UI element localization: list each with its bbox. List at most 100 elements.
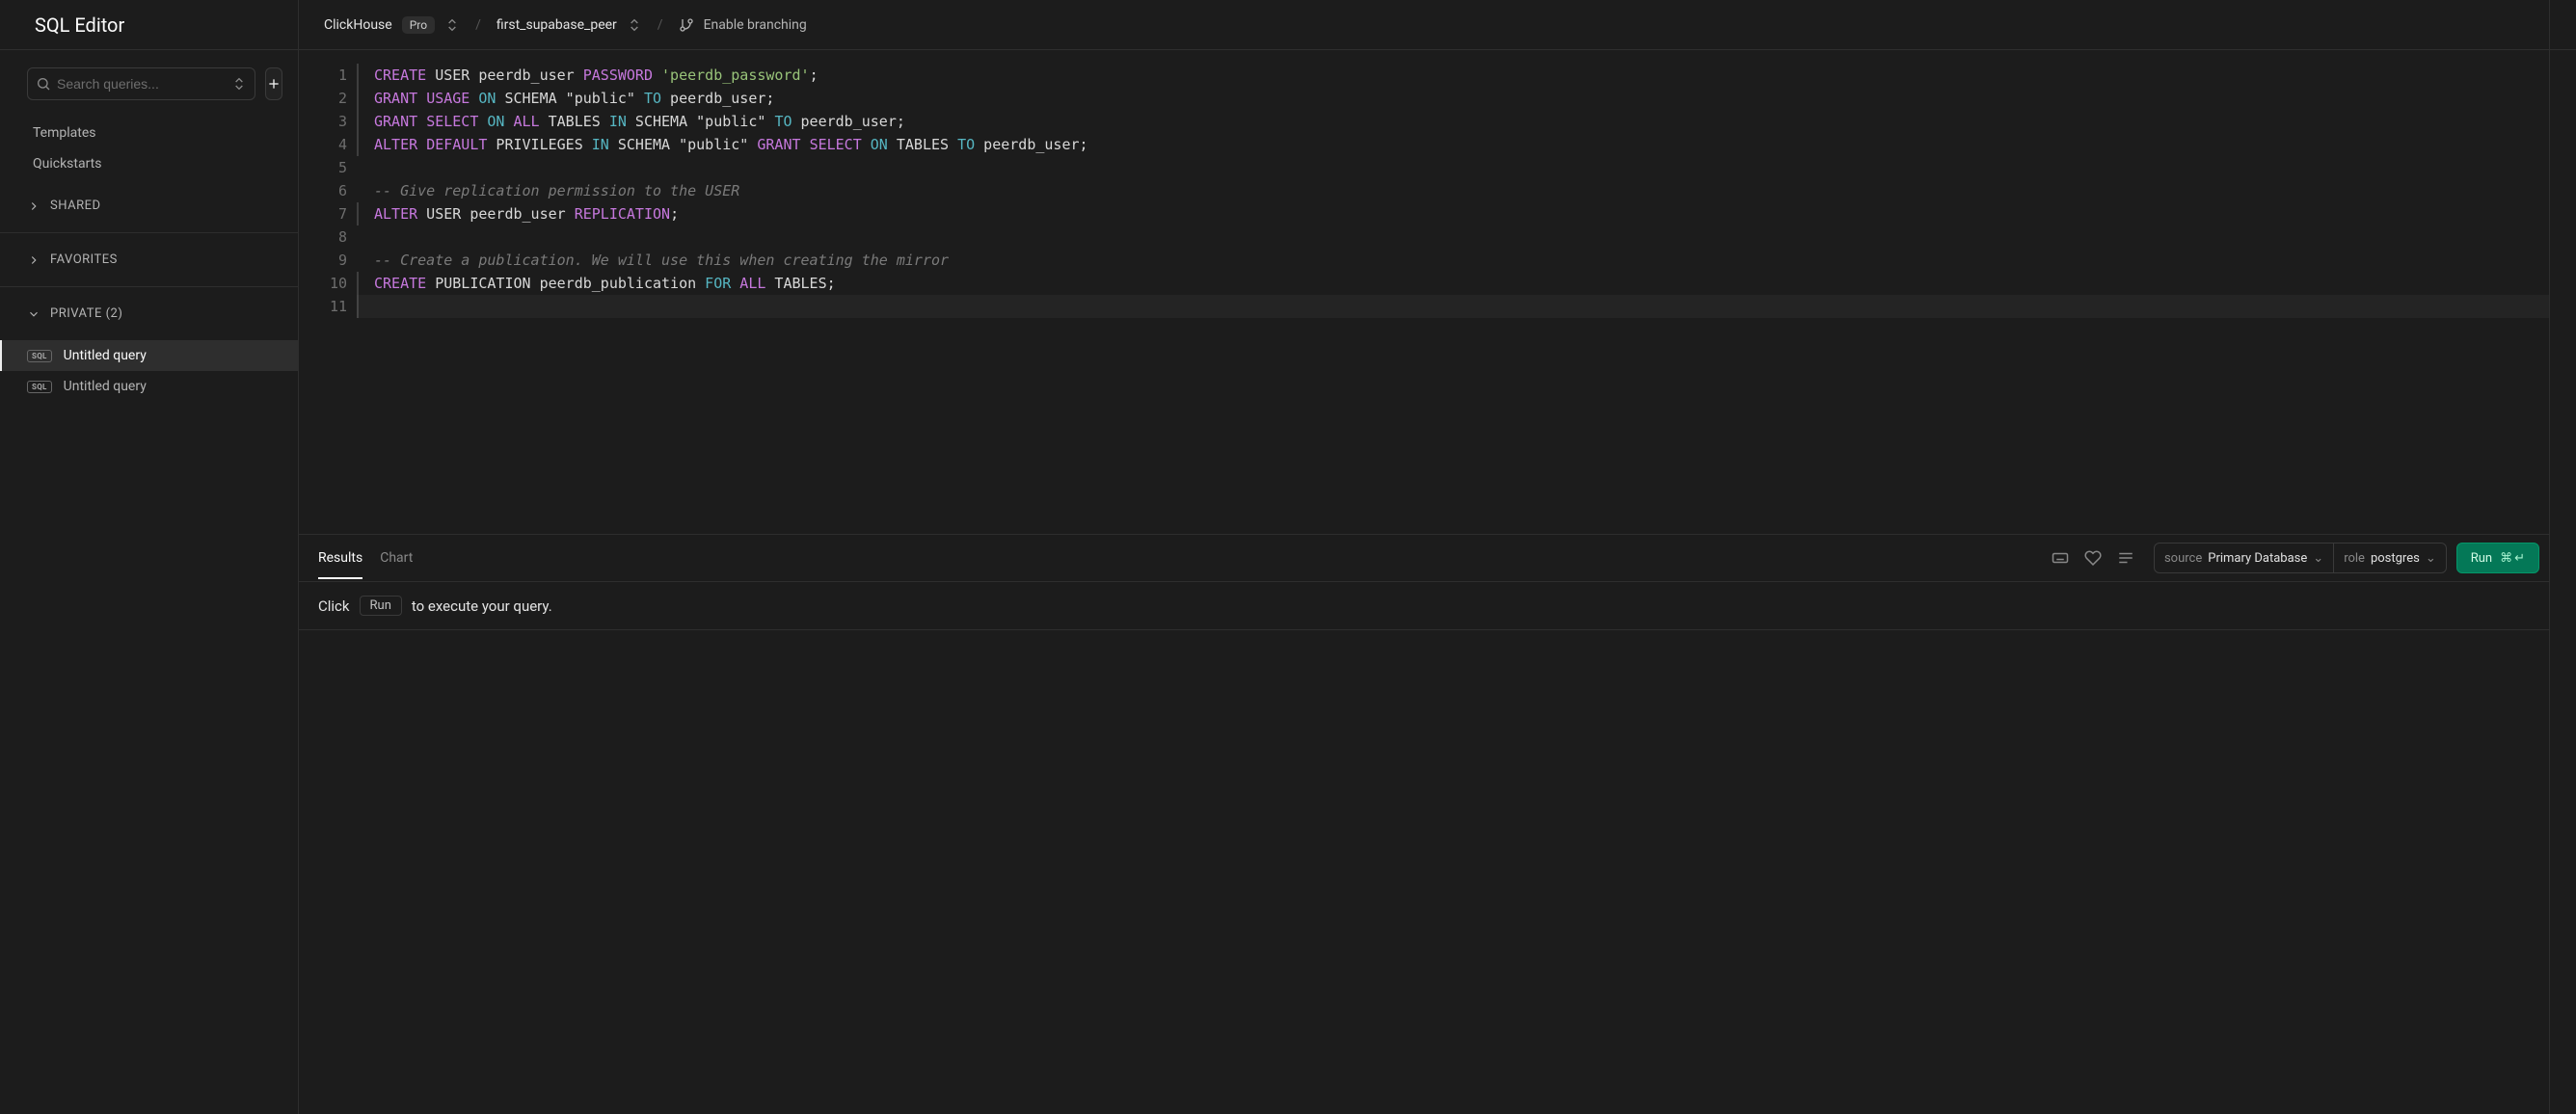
chevron-up-down-icon[interactable] xyxy=(627,17,642,33)
heart-icon xyxy=(2084,549,2102,567)
code-token: SCHEMA "public" xyxy=(627,113,775,130)
code-token: ALL xyxy=(514,113,540,130)
code-token: ; xyxy=(670,205,679,223)
query-item-label: Untitled query xyxy=(64,379,147,394)
query-item-label: Untitled query xyxy=(64,348,147,363)
code-line[interactable] xyxy=(357,295,2549,318)
editor-area: 1234567891011 CREATE USER peerdb_user PA… xyxy=(299,50,2549,534)
chevron-down-icon: ⌄ xyxy=(2426,551,2436,566)
code-line[interactable]: CREATE USER peerdb_user PASSWORD 'peerdb… xyxy=(357,64,2549,87)
line-number: 6 xyxy=(299,179,347,202)
wrap-icon-button[interactable] xyxy=(2109,542,2142,574)
enable-branching-button[interactable]: Enable branching xyxy=(679,17,807,33)
code-token: ALL xyxy=(739,275,765,292)
code-line[interactable]: CREATE PUBLICATION peerdb_publication FO… xyxy=(357,272,2549,295)
code-token xyxy=(653,66,661,84)
code-token xyxy=(731,275,739,292)
plus-icon xyxy=(266,76,282,92)
enable-branching-label: Enable branching xyxy=(704,17,807,33)
code-token: ON xyxy=(478,90,496,107)
breadcrumb-org[interactable]: ClickHouse xyxy=(324,17,392,33)
section-favorites[interactable]: FAVORITES xyxy=(0,233,298,287)
code-line[interactable]: ALTER USER peerdb_user REPLICATION; xyxy=(357,202,2549,225)
source-selector-label: source xyxy=(2164,551,2202,566)
code-token: 'peerdb_password' xyxy=(661,66,810,84)
line-number: 3 xyxy=(299,110,347,133)
code-token: ; xyxy=(810,66,818,84)
code-token: IN xyxy=(592,136,609,153)
code-editor[interactable]: CREATE USER peerdb_user PASSWORD 'peerdb… xyxy=(357,50,2549,534)
code-line[interactable]: -- Give replication permission to the US… xyxy=(357,179,2549,202)
code-token: USAGE xyxy=(426,90,470,107)
query-item[interactable]: SQL Untitled query xyxy=(0,371,298,402)
line-number: 8 xyxy=(299,225,347,249)
code-token: -- Create a publication. We will use thi… xyxy=(374,252,949,269)
line-number: 2 xyxy=(299,87,347,110)
chevron-down-icon: ⌄ xyxy=(2313,551,2323,566)
breadcrumb-separator: / xyxy=(652,17,669,33)
results-tabs: Results Chart xyxy=(309,537,413,579)
keyboard-icon-button[interactable] xyxy=(2044,542,2077,574)
search-input[interactable] xyxy=(51,76,231,92)
role-selector[interactable]: role postgres ⌄ xyxy=(2334,543,2447,573)
code-token: GRANT xyxy=(374,113,417,130)
new-query-button[interactable] xyxy=(265,67,282,100)
code-token: SCHEMA "public" xyxy=(496,90,644,107)
source-selector[interactable]: source Primary Database ⌄ xyxy=(2154,543,2334,573)
code-line[interactable] xyxy=(357,225,2549,249)
sidebar: SQL Editor Templates Quickstarts SHARED … xyxy=(0,0,299,1114)
right-rail xyxy=(2549,0,2576,1114)
section-shared-label: SHARED xyxy=(50,199,101,213)
run-button[interactable]: Run ⌘ ↵ xyxy=(2456,543,2539,573)
chevron-up-down-icon xyxy=(231,76,247,92)
nav-quickstarts[interactable]: Quickstarts xyxy=(0,148,298,179)
code-token: SCHEMA "public" xyxy=(609,136,758,153)
sql-badge-icon: SQL xyxy=(27,381,52,393)
chevron-right-icon xyxy=(27,199,40,213)
plan-badge: Pro xyxy=(402,16,435,34)
section-private-label: PRIVATE (2) xyxy=(50,306,122,321)
code-token: ON xyxy=(487,113,504,130)
section-private[interactable]: PRIVATE (2) xyxy=(0,287,298,340)
role-selector-label: role xyxy=(2344,551,2365,566)
query-item[interactable]: SQL Untitled query xyxy=(0,340,298,371)
tab-chart[interactable]: Chart xyxy=(380,537,413,579)
tab-results[interactable]: Results xyxy=(318,537,362,579)
code-token: TO xyxy=(957,136,975,153)
code-token: ON xyxy=(871,136,888,153)
code-line[interactable]: ALTER DEFAULT PRIVILEGES IN SCHEMA "publ… xyxy=(357,133,2549,156)
code-token xyxy=(801,136,810,153)
code-token: -- Give replication permission to the US… xyxy=(374,182,739,199)
code-line[interactable]: GRANT USAGE ON SCHEMA "public" TO peerdb… xyxy=(357,87,2549,110)
results-empty-area xyxy=(299,630,2549,1114)
sql-badge-icon: SQL xyxy=(27,350,52,362)
code-token xyxy=(862,136,871,153)
line-number: 9 xyxy=(299,249,347,272)
code-token: CREATE xyxy=(374,275,426,292)
favorite-icon-button[interactable] xyxy=(2077,542,2109,574)
code-token: ALTER xyxy=(374,136,417,153)
chevron-up-down-icon[interactable] xyxy=(444,17,460,33)
nav-templates[interactable]: Templates xyxy=(0,118,298,148)
results-placeholder: Click Run to execute your query. xyxy=(299,582,2549,630)
code-token xyxy=(504,113,513,130)
code-line[interactable]: GRANT SELECT ON ALL TABLES IN SCHEMA "pu… xyxy=(357,110,2549,133)
breadcrumb: ClickHouse Pro / first_supabase_peer / E… xyxy=(324,16,807,34)
line-number-gutter: 1234567891011 xyxy=(299,50,357,534)
code-token: DEFAULT xyxy=(426,136,487,153)
code-token: PUBLICATION peerdb_publication xyxy=(426,275,705,292)
line-number: 11 xyxy=(299,295,347,318)
results-hint-key: Run xyxy=(360,596,402,616)
code-line[interactable]: -- Create a publication. We will use thi… xyxy=(357,249,2549,272)
search-box[interactable] xyxy=(27,67,255,100)
section-shared[interactable]: SHARED xyxy=(0,179,298,233)
keyboard-icon xyxy=(2052,549,2069,567)
breadcrumb-project[interactable]: first_supabase_peer xyxy=(496,17,617,33)
line-number: 4 xyxy=(299,133,347,156)
code-token: GRANT xyxy=(757,136,800,153)
breadcrumb-separator: / xyxy=(470,17,487,33)
code-token: USER peerdb_user xyxy=(417,205,575,223)
code-token: SELECT xyxy=(810,136,862,153)
code-token: SELECT xyxy=(426,113,478,130)
code-line[interactable] xyxy=(357,156,2549,179)
